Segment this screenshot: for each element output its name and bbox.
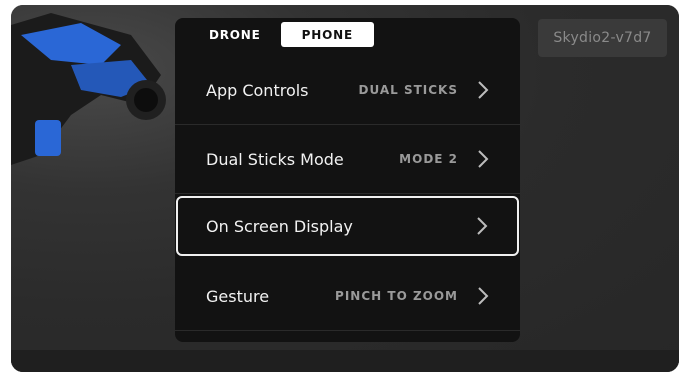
drone-image xyxy=(11,13,166,165)
tab-bar: DRONE PHONE xyxy=(197,22,374,47)
bottom-bar xyxy=(11,350,679,372)
setting-value: PINCH TO ZOOM xyxy=(335,289,458,303)
chevron-right-icon xyxy=(477,217,488,235)
chevron-right-icon xyxy=(478,81,489,99)
chevron-right-icon xyxy=(478,287,489,305)
setting-gesture[interactable]: Gesture PINCH TO ZOOM xyxy=(175,262,520,331)
chevron-right-icon xyxy=(478,150,489,168)
settings-panel: DRONE PHONE App Controls DUAL STICKS Dua… xyxy=(175,18,520,342)
tab-phone-label: PHONE xyxy=(301,27,353,42)
setting-label: On Screen Display xyxy=(206,216,353,236)
tab-phone[interactable]: PHONE xyxy=(280,22,374,47)
setting-label: Gesture xyxy=(206,286,270,306)
device-name: Skydio2-v7d7 xyxy=(553,30,652,46)
device-name-badge: Skydio2-v7d7 xyxy=(538,19,667,57)
tab-drone-label: DRONE xyxy=(209,27,261,42)
setting-value: DUAL STICKS xyxy=(358,83,458,97)
setting-dual-sticks-mode[interactable]: Dual Sticks Mode MODE 2 xyxy=(175,125,520,194)
setting-label: Dual Sticks Mode xyxy=(206,149,344,169)
tab-drone[interactable]: DRONE xyxy=(197,22,273,47)
setting-app-controls[interactable]: App Controls DUAL STICKS xyxy=(175,56,520,125)
setting-on-screen-display[interactable]: On Screen Display xyxy=(176,196,519,256)
setting-value: MODE 2 xyxy=(399,152,458,166)
setting-label: App Controls xyxy=(206,80,309,100)
settings-list: App Controls DUAL STICKS Dual Sticks Mod… xyxy=(175,56,520,331)
app-screen: Skydio2-v7d7 DRONE PHONE App Controls DU… xyxy=(11,5,679,372)
